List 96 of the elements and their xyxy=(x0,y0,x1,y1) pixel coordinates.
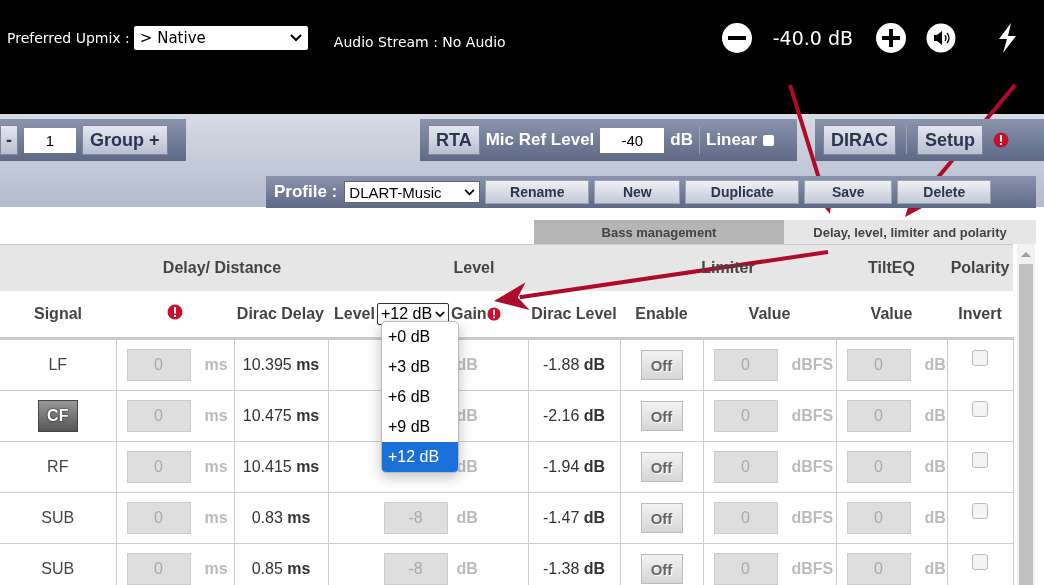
dirac-delay-value: 0.83 ms xyxy=(251,509,311,526)
tab[interactable]: Bass management xyxy=(534,220,784,244)
profile-label: Profile : xyxy=(274,182,338,202)
limiter-enable-button[interactable]: Off xyxy=(640,401,683,431)
dropdown-option[interactable]: +6 dB xyxy=(382,382,458,412)
minus-icon[interactable] xyxy=(720,22,753,54)
column-header: Value xyxy=(748,305,791,322)
dirac-delay-value: 0.85 ms xyxy=(251,560,311,577)
lightning-icon[interactable] xyxy=(996,22,1018,54)
tab[interactable]: Delay, level, limiter and polarity xyxy=(784,220,1036,244)
dropdown-option[interactable]: +0 dB xyxy=(382,322,458,352)
signal-name: RF xyxy=(47,458,69,475)
unit-label: ms xyxy=(204,509,228,527)
rta-button[interactable]: RTA xyxy=(428,125,480,155)
column-header: Invert xyxy=(958,305,1002,322)
dirac-level-value: -1.38 dB xyxy=(542,560,606,577)
column-header: Level xyxy=(334,305,375,322)
unit-label: dBFS xyxy=(791,458,834,476)
group-number-field[interactable]: 1 xyxy=(24,127,76,153)
scroll-up-icon[interactable] xyxy=(1019,250,1032,258)
dropdown-option[interactable]: +3 dB xyxy=(382,352,458,382)
invert-checkbox[interactable] xyxy=(972,554,988,570)
mic-ref-level-field[interactable]: -40 xyxy=(600,127,665,153)
dirac-delay-value: 10.415 ms xyxy=(242,458,320,475)
signal-button[interactable]: CF xyxy=(37,400,78,432)
unit-label: dBFS xyxy=(791,407,834,425)
unit-label: dB xyxy=(924,356,946,374)
minus-button[interactable]: - xyxy=(0,125,18,155)
dirac-level-value: -1.94 dB xyxy=(542,458,606,475)
upmix-label: Preferred Upmix : xyxy=(7,30,130,46)
unit-label: dBFS xyxy=(791,509,834,527)
limiter-enable-button[interactable]: Off xyxy=(640,503,683,533)
dropdown-option[interactable]: +12 dB xyxy=(382,442,458,472)
linear-label: Linear xyxy=(706,130,758,150)
plus-icon[interactable] xyxy=(875,22,907,54)
mic-ref-level-label: Mic Ref Level xyxy=(485,130,595,150)
invert-checkbox[interactable] xyxy=(972,503,988,519)
unit-label: ms xyxy=(204,458,228,476)
unit-label: dB xyxy=(924,407,946,425)
unit-label: dB xyxy=(924,458,946,476)
alert-icon xyxy=(167,304,183,320)
invert-checkbox[interactable] xyxy=(972,452,988,468)
signal-name: SUB xyxy=(41,560,75,577)
group-header: TiltEQ xyxy=(868,259,915,276)
signal-name: SUB xyxy=(41,509,75,526)
dirac-level-value: -2.16 dB xyxy=(542,407,606,424)
limiter-enable-button[interactable]: Off xyxy=(640,554,683,584)
limiter-enable-button[interactable]: Off xyxy=(640,350,683,380)
dirac-button[interactable]: DIRAC xyxy=(823,125,896,155)
profile-button[interactable]: Delete xyxy=(897,180,992,204)
speaker-icon[interactable] xyxy=(926,23,956,53)
alert-icon xyxy=(486,307,501,321)
profile-button[interactable]: Duplicate xyxy=(685,180,800,204)
unit-label: dB xyxy=(924,509,946,527)
unit-label: ms xyxy=(204,560,228,578)
group-header: Level xyxy=(453,259,495,276)
setup-button[interactable]: Setup xyxy=(917,125,983,155)
unit-label: dBFS xyxy=(791,560,834,578)
unit-label: dB xyxy=(924,560,946,578)
chevron-icon xyxy=(464,188,476,196)
unit-label: ms xyxy=(204,356,228,374)
column-header: Value xyxy=(870,305,913,322)
signal-name: LF xyxy=(48,356,68,373)
column-header: Gain xyxy=(451,305,487,322)
upmix-select[interactable]: > Native xyxy=(133,26,308,50)
alert-icon xyxy=(993,132,1009,148)
dirac-delay-value: 10.395 ms xyxy=(242,356,320,373)
group-header: Delay/ Distance xyxy=(162,259,282,276)
column-header: Dirac Delay xyxy=(236,305,324,322)
linear-checkbox[interactable] xyxy=(763,134,775,146)
profile-button[interactable]: New xyxy=(594,180,681,204)
dirac-level-value: -1.88 dB xyxy=(542,356,606,373)
chevron-icon xyxy=(289,34,302,42)
chevron-icon xyxy=(435,310,446,318)
dirac-level-value: -1.47 dB xyxy=(542,509,606,526)
group-plus-button[interactable]: Group + xyxy=(82,125,168,155)
group-header: Polarity xyxy=(950,259,1010,276)
profile-select[interactable]: DLART-Music xyxy=(344,181,481,203)
column-header: Enable xyxy=(635,305,688,322)
invert-checkbox[interactable] xyxy=(972,401,988,417)
column-header: Dirac Level xyxy=(531,305,617,322)
dropdown-option[interactable]: +9 dB xyxy=(382,412,458,442)
unit-label: dB xyxy=(670,130,693,150)
unit-label: dB xyxy=(456,560,478,578)
profile-button[interactable]: Rename xyxy=(485,180,590,204)
volume-readout: -40.0 dB xyxy=(772,27,853,49)
dirac-delay-value: 10.475 ms xyxy=(242,407,320,424)
limiter-enable-button[interactable]: Off xyxy=(640,452,683,482)
audio-stream-label: Audio Stream : No Audio xyxy=(333,34,506,50)
unit-label: ms xyxy=(204,407,228,425)
invert-checkbox[interactable] xyxy=(972,350,988,366)
unit-label: dB xyxy=(456,509,478,527)
profile-button[interactable]: Save xyxy=(804,180,893,204)
column-header: Signal xyxy=(34,305,82,322)
scrollbar[interactable] xyxy=(1016,244,1035,585)
unit-label: dBFS xyxy=(791,356,834,374)
